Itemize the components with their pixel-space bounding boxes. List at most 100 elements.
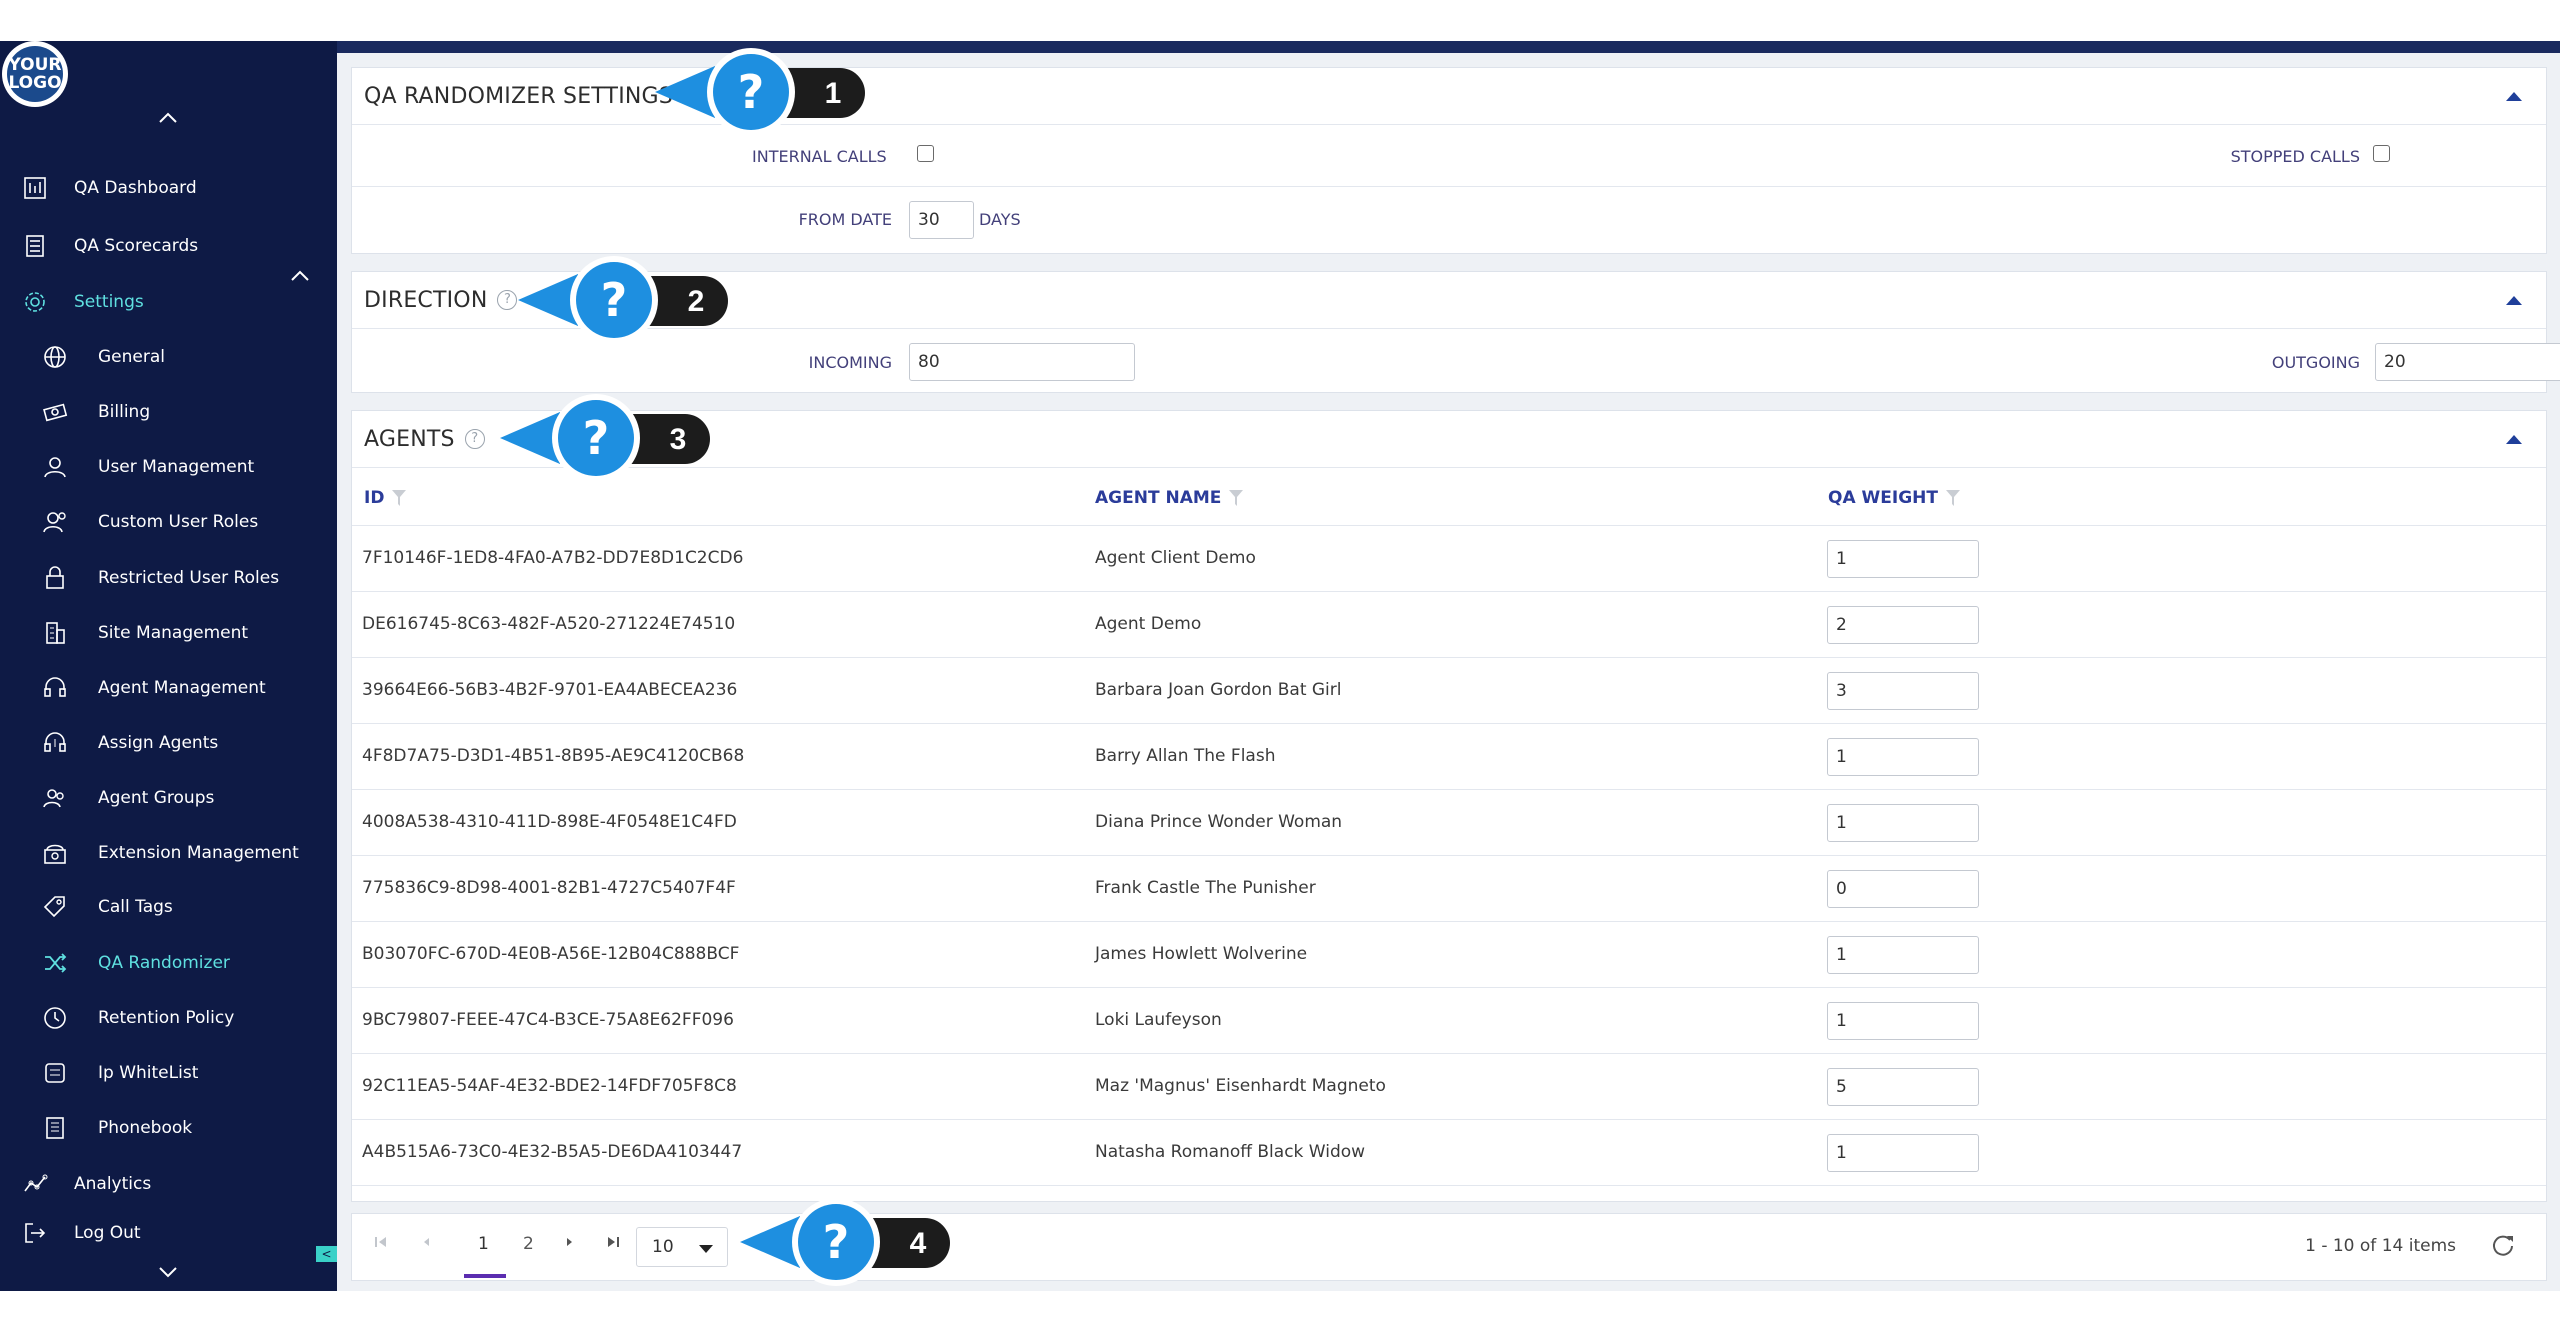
internal-calls-checkbox[interactable]: [917, 145, 934, 162]
agent-id-cell: 7F10146F-1ED8-4FA0-A7B2-DD7E8D1C2CD6: [362, 548, 744, 568]
agents-panel: AGENTS ? ID AGENT NAME QA WEIGHT 7F10146…: [351, 410, 2547, 1202]
sidebar-item-custom-user-roles[interactable]: Custom User Roles: [40, 499, 258, 545]
sidebar-item-label: General: [98, 347, 165, 367]
qa-weight-input[interactable]: 5: [1827, 1068, 1979, 1106]
table-row: 92C11EA5-54AF-4E32-BDE2-14FDF705F8C8 Maz …: [352, 1054, 2546, 1120]
sidebar-item-settings[interactable]: Settings: [20, 279, 144, 325]
sidebar-item-billing[interactable]: Billing: [40, 389, 150, 435]
scroll-down-chevron-icon[interactable]: [150, 1257, 186, 1287]
sidebar-item-qa-dashboard[interactable]: QA Dashboard: [20, 165, 197, 211]
agent-id-cell: 92C11EA5-54AF-4E32-BDE2-14FDF705F8C8: [362, 1076, 737, 1096]
outgoing-label: OUTGOING: [2271, 353, 2360, 372]
direction-collapse-icon[interactable]: [2506, 296, 2522, 305]
settings-collapse-chevron-icon[interactable]: [290, 267, 310, 286]
qa-weight-input[interactable]: 1: [1827, 804, 1979, 842]
scroll-up-chevron-icon[interactable]: [150, 103, 186, 133]
table-row: 7F10146F-1ED8-4FA0-A7B2-DD7E8D1C2CD6 Agen…: [352, 526, 2546, 592]
table-row: DE616745-8C63-482F-A520-271224E74510 Agen…: [352, 592, 2546, 658]
table-row: A4B515A6-73C0-4E32-B5A5-DE6DA4103447 Nata…: [352, 1120, 2546, 1186]
sidebar-item-label: QA Scorecards: [74, 236, 199, 256]
table-row: 9BC79807-FEEE-47C4-B3CE-75A8E62FF096 Loki…: [352, 988, 2546, 1054]
help-callout-2[interactable]: 2?: [518, 254, 728, 346]
sidebar-item-restricted-user-roles[interactable]: Restricted User Roles: [40, 555, 279, 601]
filter-icon[interactable]: [392, 490, 407, 506]
globe-icon: [40, 342, 70, 372]
agents-collapse-icon[interactable]: [2506, 435, 2522, 444]
direction-help-icon[interactable]: ?: [497, 290, 518, 310]
agent-name-cell: Maz 'Magnus' Eisenhardt Magneto: [1095, 1076, 1386, 1096]
agent-name-cell: Loki Laufeyson: [1095, 1010, 1222, 1030]
sidebar-item-user-management[interactable]: User Management: [40, 444, 254, 490]
sidebar-item-qa-scorecards[interactable]: QA Scorecards: [20, 223, 198, 269]
phone-icon: [40, 838, 70, 868]
settings-panel-title: QA RANDOMIZER SETTINGS: [364, 83, 673, 109]
sidebar: YOUR LOGO QA Dashboard QA Scorecards Setti…: [0, 41, 337, 1291]
filter-icon[interactable]: [1229, 490, 1244, 506]
sidebar-item-label: Settings: [74, 292, 144, 312]
sidebar-item-analytics[interactable]: Analytics: [20, 1161, 151, 1207]
previous-page-icon[interactable]: [420, 1234, 432, 1255]
column-header-id[interactable]: ID: [364, 488, 407, 508]
sidebar-item-extension-management[interactable]: Extension Management: [40, 830, 299, 876]
outgoing-input[interactable]: 20: [2375, 343, 2560, 381]
sidebar-item-retention-policy[interactable]: Retention Policy: [40, 995, 234, 1041]
settings-collapse-icon[interactable]: [2506, 92, 2522, 101]
column-header-qa-weight[interactable]: QA WEIGHT: [1828, 488, 1960, 508]
help-callout-3[interactable]: 3?: [500, 392, 710, 484]
sidebar-item-label: Restricted User Roles: [98, 568, 280, 588]
sidebar-item-qa-randomizer[interactable]: QA Randomizer: [40, 940, 230, 986]
sidebar-item-label: Extension Management: [98, 843, 299, 863]
agent-id-cell: 9BC79807-FEEE-47C4-B3CE-75A8E62FF096: [362, 1010, 734, 1030]
incoming-label: INCOMING: [808, 353, 892, 372]
refresh-icon[interactable]: [2490, 1232, 2516, 1258]
qa-weight-input[interactable]: 1: [1827, 540, 1979, 578]
company-logo: YOUR LOGO: [2, 41, 68, 107]
table-row: B03070FC-670D-4E0B-A56E-12B04C888BCF Jame…: [352, 922, 2546, 988]
sidebar-item-site-management[interactable]: Site Management: [40, 610, 248, 656]
logo-line-2: LOGO: [8, 73, 62, 93]
agent-name-cell: Agent Client Demo: [1095, 548, 1256, 568]
from-date-input[interactable]: 30: [909, 201, 974, 239]
sidebar-item-assign-agents[interactable]: Assign Agents: [40, 720, 218, 766]
qa-weight-input[interactable]: 1: [1827, 738, 1979, 776]
page-2-button[interactable]: 2: [523, 1234, 534, 1254]
next-page-icon[interactable]: [564, 1234, 576, 1255]
sidebar-item-ip-whitelist[interactable]: Ip WhiteList: [40, 1050, 198, 1096]
page-size-select[interactable]: 10: [636, 1227, 728, 1267]
sidebar-item-agent-groups[interactable]: Agent Groups: [40, 775, 214, 821]
sidebar-item-label: Ip WhiteList: [98, 1063, 199, 1083]
sidebar-item-general[interactable]: General: [40, 334, 165, 380]
sidebar-item-call-tags[interactable]: Call Tags: [40, 884, 173, 930]
stopped-calls-checkbox[interactable]: [2373, 145, 2390, 162]
stopped-calls-label: STOPPED CALLS: [2230, 147, 2360, 166]
help-callout-1[interactable]: 1?: [655, 46, 865, 138]
incoming-input[interactable]: 80: [909, 343, 1135, 381]
sidebar-toggle-button[interactable]: <: [316, 1246, 337, 1262]
column-header-agent-name[interactable]: AGENT NAME: [1095, 488, 1244, 508]
qa-weight-input[interactable]: 1: [1827, 1002, 1979, 1040]
table-row: 4F8D7A75-D3D1-4B51-8B95-AE9C4120CB68 Barr…: [352, 724, 2546, 790]
qa-weight-input[interactable]: 1: [1827, 936, 1979, 974]
agent-id-cell: 39664E66-56B3-4B2F-9701-EA4ABECEA236: [362, 680, 738, 700]
pagination-bar: 1 2 10 1 - 10 of 14 items: [351, 1213, 2547, 1281]
sidebar-item-label: Phonebook: [98, 1118, 193, 1138]
callout-question-icon: ?: [601, 273, 628, 327]
chevron-down-icon: [699, 1245, 713, 1253]
qa-weight-input[interactable]: 3: [1827, 672, 1979, 710]
first-page-icon[interactable]: [374, 1234, 388, 1255]
sidebar-item-agent-management[interactable]: Agent Management: [40, 665, 266, 711]
sidebar-item-log-out[interactable]: Log Out: [20, 1210, 141, 1256]
analytics-icon: [20, 1169, 50, 1199]
table-row: 775836C9-8D98-4001-82B1-4727C5407F4F Fran…: [352, 856, 2546, 922]
last-page-icon[interactable]: [606, 1234, 620, 1255]
qa-weight-input[interactable]: 2: [1827, 606, 1979, 644]
qa-weight-input[interactable]: 0: [1827, 870, 1979, 908]
help-callout-4[interactable]: 4?: [740, 1196, 950, 1288]
agents-help-icon[interactable]: ?: [464, 429, 485, 449]
sidebar-item-phonebook[interactable]: Phonebook: [40, 1105, 192, 1151]
agent-name-cell: Barry Allan The Flash: [1095, 746, 1276, 766]
logo-line-1: YOUR: [8, 55, 62, 75]
filter-icon[interactable]: [1946, 490, 1960, 506]
qa-weight-input[interactable]: 1: [1827, 1134, 1979, 1172]
page-1-button[interactable]: 1: [478, 1234, 489, 1254]
